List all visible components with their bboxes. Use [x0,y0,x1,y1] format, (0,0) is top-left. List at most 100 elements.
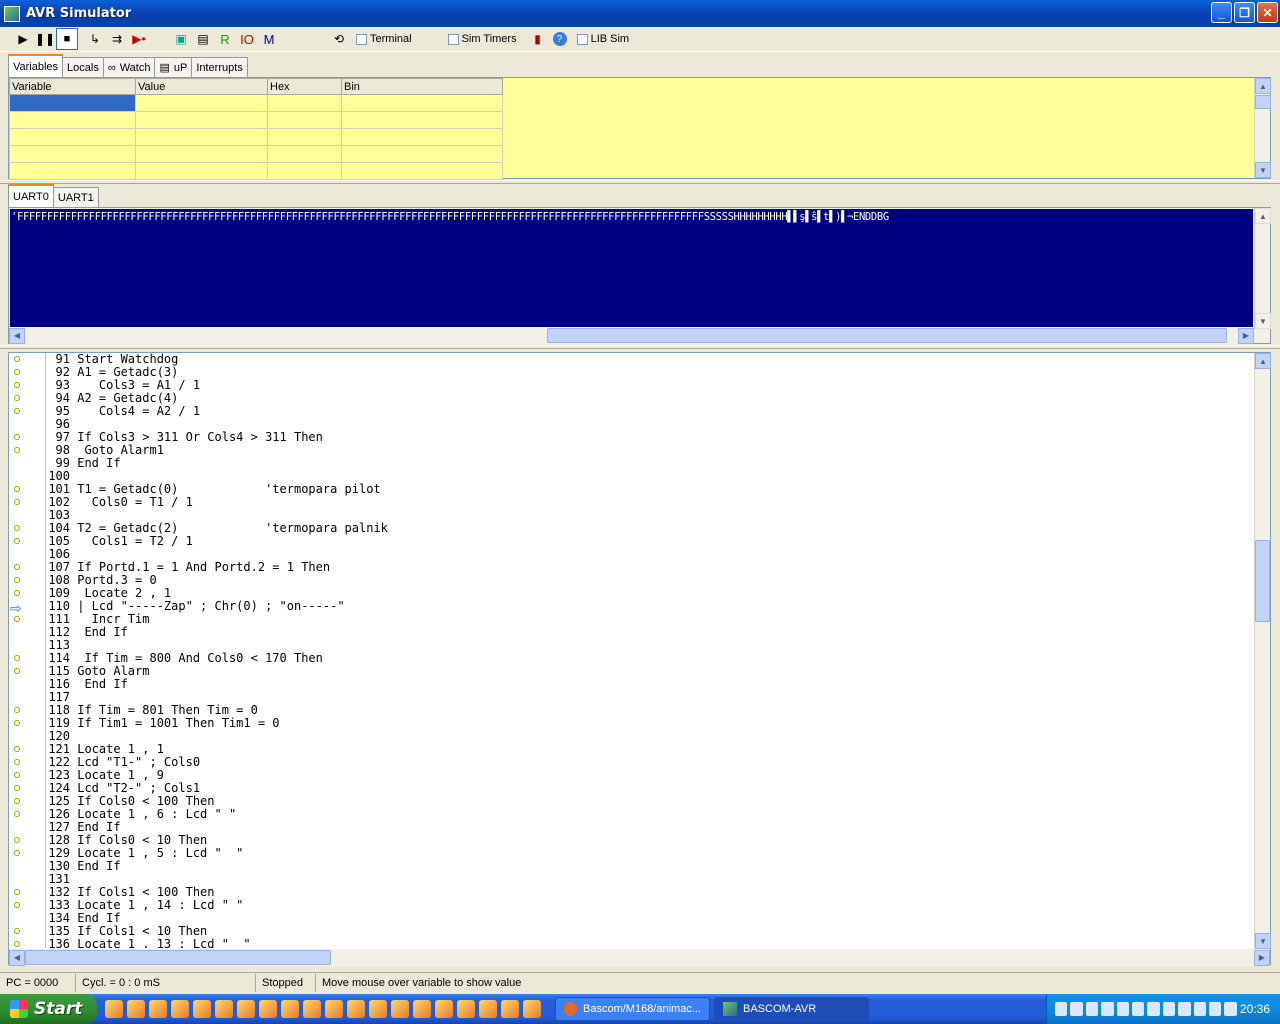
table-row[interactable] [9,128,503,146]
quick-launch-icon[interactable] [413,1000,431,1018]
scroll-left-arrow-icon[interactable]: ◀ [9,327,25,344]
lib-sim-checkbox-box[interactable] [576,33,588,45]
code-line[interactable]: 104 T2 = Getadc(2) 'termopara palnik [46,522,1255,535]
scroll-up-arrow-icon[interactable]: ▲ [1255,353,1271,369]
breakpoint-gutter[interactable]: ⇨ [9,353,44,948]
quick-launch-icon[interactable] [369,1000,387,1018]
tab-uart0[interactable]: UART0 [8,184,54,207]
quick-launch-icon[interactable] [149,1000,167,1018]
terminal-checkbox-box[interactable] [356,33,367,45]
grid-cell[interactable] [9,128,136,146]
tray-icon[interactable] [1178,1002,1191,1016]
sim-timers-checkbox-box[interactable] [447,33,459,45]
breakpoint-marker-icon[interactable] [14,577,20,583]
start-button[interactable]: Start [0,994,97,1024]
shield-icon[interactable] [1085,1002,1099,1016]
code-line[interactable]: 124 Lcd "T2-" ; Cols1 [46,782,1255,795]
grid-cell[interactable] [135,111,268,129]
code-line[interactable]: 133 Locate 1 , 14 : Lcd " " [46,899,1255,912]
io-button[interactable]: IO [236,28,258,50]
chip-button[interactable]: ▤ [192,28,214,50]
quick-launch-icon[interactable] [501,1000,519,1018]
scroll-down-arrow-icon[interactable]: ▼ [1255,933,1271,949]
code-line[interactable]: 116 End If [46,678,1255,691]
breakpoint-marker-icon[interactable] [14,928,20,934]
code-line[interactable]: 102 Cols0 = T1 / 1 [46,496,1255,509]
minimize-button[interactable]: _ [1211,2,1232,23]
column-header-value[interactable]: Value [135,78,268,95]
source-code-panel[interactable]: ⇨ 91 Start Watchdog 92 A1 = Getadc(3) 93 C… [8,352,1271,966]
splitter[interactable] [0,345,1280,349]
code-line[interactable]: 99 End If [46,457,1255,470]
lib-sim-checkbox[interactable]: LIB Sim [576,33,629,45]
code-line[interactable]: 134 End If [46,912,1255,925]
network-icon[interactable] [1055,1002,1068,1016]
scroll-up-arrow-icon[interactable]: ▲ [1255,78,1271,94]
breakpoint-marker-icon[interactable] [14,668,20,674]
breakpoint-marker-icon[interactable] [14,798,20,804]
breakpoint-marker-icon[interactable] [14,434,20,440]
device-button[interactable]: ▮ [527,28,549,50]
quick-launch-icon[interactable] [391,1000,409,1018]
table-row[interactable] [9,94,503,112]
grid-cell[interactable] [135,94,268,112]
refresh-variables-button[interactable]: ⟲ [328,28,350,50]
breakpoint-marker-icon[interactable] [14,850,20,856]
tab-watch[interactable]: ∞ Watch [102,57,156,77]
grid-cell[interactable] [341,94,503,112]
pause-button[interactable]: ❚❚ [34,28,56,50]
code-line[interactable]: 131 [46,873,1255,886]
code-line[interactable]: 126 Locate 1 , 6 : Lcd " " [46,808,1255,821]
tray-icon[interactable] [1224,1002,1237,1016]
code-line[interactable]: 105 Cols1 = T2 / 1 [46,535,1255,548]
breakpoint-marker-icon[interactable] [14,889,20,895]
code-line[interactable]: 123 Locate 1 , 9 [46,769,1255,782]
breakpoint-marker-icon[interactable] [14,655,20,661]
quick-launch-icon[interactable] [523,1000,541,1018]
step-into-button[interactable]: ↳ [84,28,106,50]
uart-vertical-scrollbar[interactable]: ▲ ▼ [1254,208,1271,329]
breakpoint-marker-icon[interactable] [14,525,20,531]
table-row[interactable] [9,145,503,163]
terminal-checkbox[interactable]: Terminal [356,33,412,45]
tab-interrupts[interactable]: Interrupts [191,57,248,77]
code-line[interactable]: 129 Locate 1 , 5 : Lcd " " [46,847,1255,860]
grid-cell[interactable] [267,128,342,146]
code-line[interactable]: 115 Goto Alarm [46,665,1255,678]
tab-up[interactable]: ▤ uP [154,57,193,77]
tab-locals[interactable]: Locals [62,57,104,77]
quick-launch-icon[interactable] [127,1000,145,1018]
code-line[interactable]: 108 Portd.3 = 0 [46,574,1255,587]
column-header-bin[interactable]: Bin [341,78,503,95]
column-header-hex[interactable]: Hex [267,78,342,95]
clock[interactable]: 20:36 [1240,1002,1270,1016]
tray-icon[interactable] [1209,1002,1222,1016]
quick-launch-icon[interactable] [171,1000,189,1018]
code-horizontal-scrollbar[interactable]: ◀ ▶ [9,949,1270,966]
variables-panel[interactable]: Variable Value Hex Bin ▲ ▼ [8,77,1271,180]
table-row[interactable] [9,162,503,180]
code-line[interactable]: 111 Incr Tim [46,613,1255,626]
breakpoint-marker-icon[interactable] [14,720,20,726]
code-line[interactable]: 101 T1 = Getadc(0) 'termopara pilot [46,483,1255,496]
grid-cell[interactable] [267,145,342,163]
grid-cell[interactable] [267,162,342,180]
code-line[interactable]: 120 [46,730,1255,743]
code-line[interactable]: 130 End If [46,860,1255,873]
breakpoint-marker-icon[interactable] [14,564,20,570]
code-line[interactable]: 95 Cols4 = A2 / 1 [46,405,1255,418]
breakpoint-marker-icon[interactable] [14,538,20,544]
tray-icon[interactable] [1162,1002,1176,1016]
quick-launch-icon[interactable] [193,1000,211,1018]
grid-cell[interactable] [267,94,342,112]
sim-timers-checkbox[interactable]: Sim Timers [447,33,517,45]
breakpoint-marker-icon[interactable] [14,837,20,843]
help-button[interactable]: ? [549,28,571,50]
code-line[interactable]: 107 If Portd.1 = 1 And Portd.2 = 1 Then [46,561,1255,574]
code-line[interactable]: 91 Start Watchdog [46,353,1255,366]
code-line[interactable]: 114 If Tim = 800 And Cols0 < 170 Then [46,652,1255,665]
grid-cell[interactable] [9,111,136,129]
scroll-down-arrow-icon[interactable]: ▼ [1255,162,1271,178]
hardware-sim-button[interactable]: ▣ [170,28,192,50]
firefox-icon[interactable] [281,1000,299,1018]
